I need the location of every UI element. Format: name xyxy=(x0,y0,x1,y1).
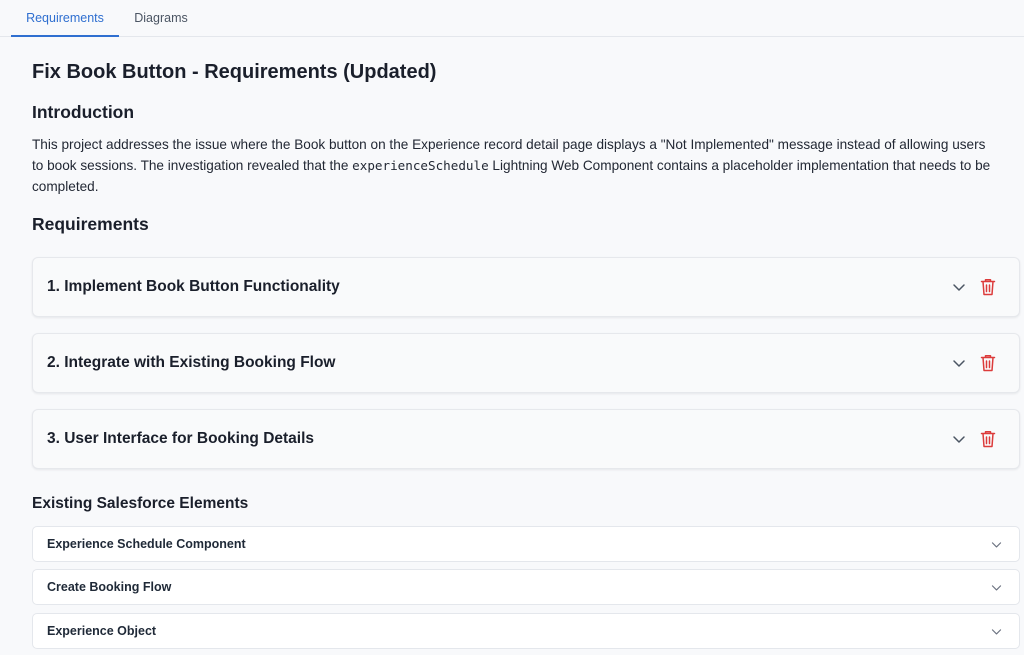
requirements-heading: Requirements xyxy=(32,214,149,234)
tab-bar: Requirements Diagrams xyxy=(0,0,1024,37)
element-title: Create Booking Flow xyxy=(47,580,172,594)
requirement-title: 3. User Interface for Booking Details xyxy=(47,430,315,447)
tab-diagrams[interactable]: Diagrams xyxy=(119,0,203,37)
chevron-down-icon[interactable] xyxy=(951,355,967,371)
requirement-title: 1. Implement Book Button Functionality xyxy=(47,278,340,295)
trash-icon[interactable] xyxy=(979,429,997,449)
page-title: Fix Book Button - Requirements (Updated) xyxy=(32,61,437,83)
trash-icon[interactable] xyxy=(979,277,997,297)
chevron-down-icon[interactable] xyxy=(990,581,1003,594)
existing-elements-heading: Existing Salesforce Elements xyxy=(32,495,249,512)
element-title: Experience Schedule Component xyxy=(47,537,246,551)
element-accordion-3[interactable]: Experience Object xyxy=(32,613,1020,649)
introduction-text: This project addresses the issue where t… xyxy=(32,134,992,197)
chevron-down-icon[interactable] xyxy=(951,431,967,447)
element-title: Experience Object xyxy=(47,624,157,638)
requirement-card-3[interactable]: 3. User Interface for Booking Details xyxy=(32,409,1020,469)
requirement-card-1[interactable]: 1. Implement Book Button Functionality xyxy=(32,257,1020,317)
introduction-heading: Introduction xyxy=(32,102,135,122)
chevron-down-icon[interactable] xyxy=(951,279,967,295)
chevron-down-icon[interactable] xyxy=(990,625,1003,638)
chevron-down-icon[interactable] xyxy=(990,538,1003,551)
element-accordion-1[interactable]: Experience Schedule Component xyxy=(32,526,1020,562)
element-accordion-2[interactable]: Create Booking Flow xyxy=(32,569,1020,605)
component-name-code: experienceSchedule xyxy=(352,158,489,173)
tab-requirements[interactable]: Requirements xyxy=(11,0,119,37)
requirement-title: 2. Integrate with Existing Booking Flow xyxy=(47,354,336,371)
trash-icon[interactable] xyxy=(979,353,997,373)
requirement-card-2[interactable]: 2. Integrate with Existing Booking Flow xyxy=(32,333,1020,393)
